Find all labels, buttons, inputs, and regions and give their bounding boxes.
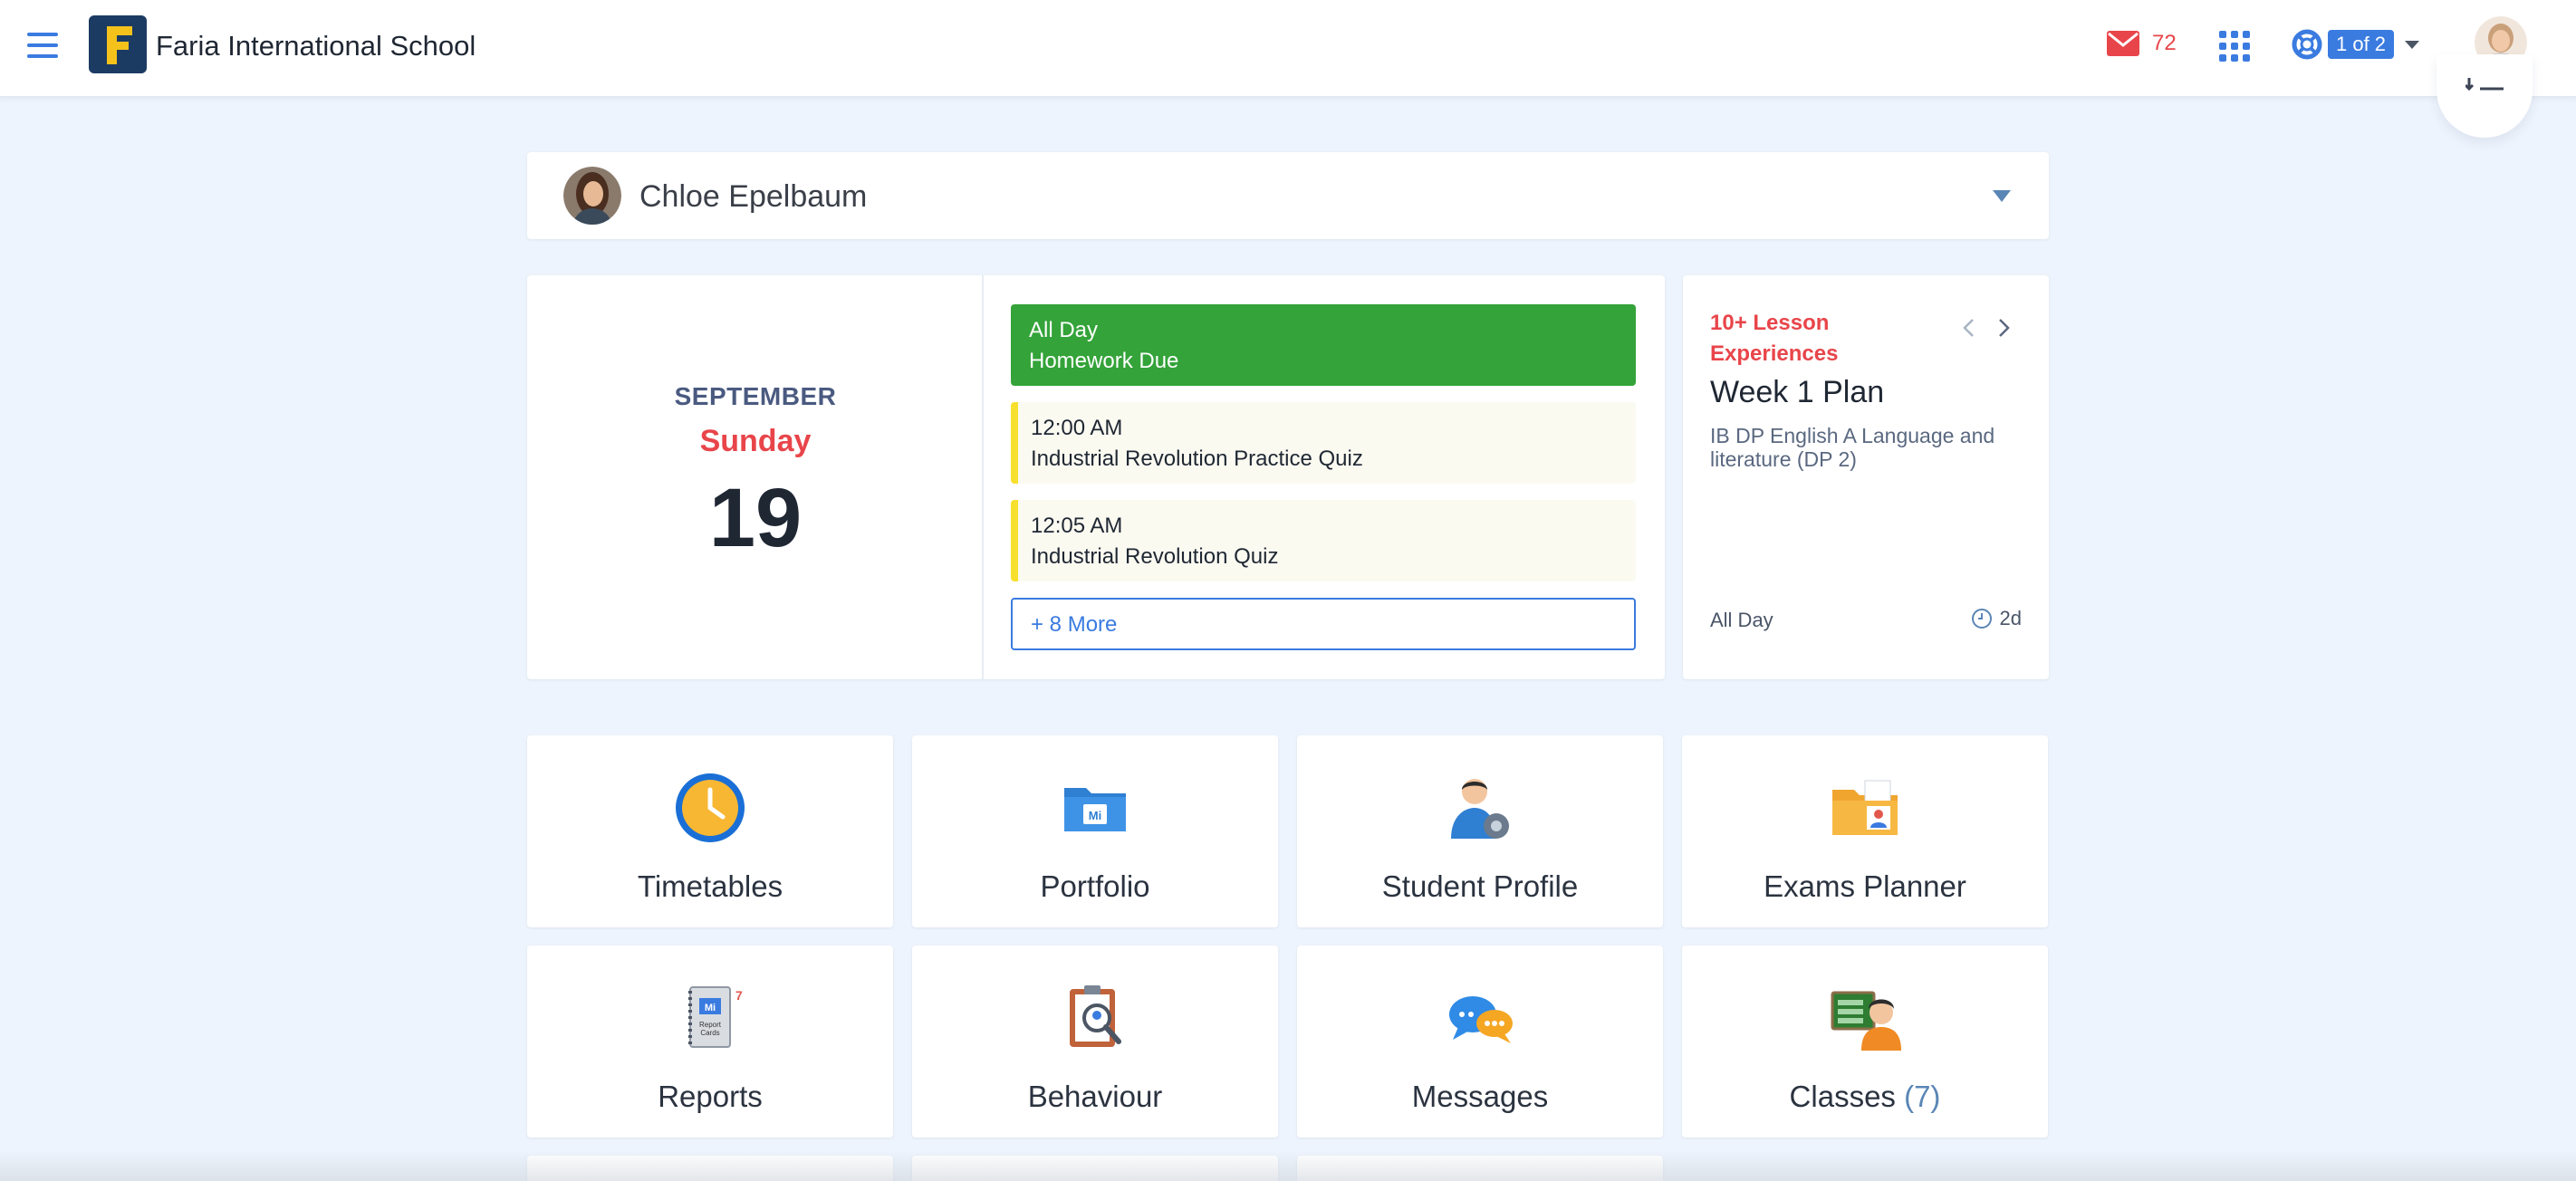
collapse-button[interactable] <box>2437 54 2533 138</box>
chevron-right-icon[interactable] <box>1994 317 2013 339</box>
svg-text:Mi: Mi <box>1089 809 1101 822</box>
tile-timetables[interactable]: Timetables <box>527 735 893 927</box>
classes-count: (7) <box>1904 1080 1941 1113</box>
window-bottom-shadow <box>0 1150 2576 1181</box>
tile-label-text: Classes <box>1789 1080 1896 1113</box>
behaviour-clipboard-icon <box>1070 985 1121 1047</box>
lesson-tag: 10+ Lesson Experiences <box>1710 311 1839 366</box>
event-time: 12:00 AM <box>1031 416 1123 440</box>
date-panel: SEPTEMBER Sunday 19 <box>527 275 984 679</box>
tile-reports[interactable]: Mi Report Cards 7 Reports <box>527 946 893 1138</box>
student-selector[interactable]: Chloe Epelbaum <box>527 152 2049 239</box>
clock-icon <box>676 773 745 842</box>
help-menu[interactable]: 1 of 2 <box>2292 29 2420 60</box>
school-logo[interactable] <box>89 15 147 73</box>
help-count-badge: 1 of 2 <box>2328 30 2395 59</box>
apps-grid-icon[interactable] <box>2219 31 2250 62</box>
exams-folder-icon <box>1832 780 1898 835</box>
tile-exams-planner[interactable]: Exams Planner <box>1682 735 2048 927</box>
lesson-duration: 2d <box>1971 607 2022 630</box>
event-title: Homework Due <box>1029 349 1179 373</box>
calendar-card: SEPTEMBER Sunday 19 All Day Homework Due… <box>527 275 1665 679</box>
list-toggle-icon <box>2465 78 2504 91</box>
tile-label: Student Profile <box>1381 869 1579 903</box>
tile-behaviour[interactable]: Behaviour <box>912 946 1278 1138</box>
lesson-duration-value: 2d <box>1999 607 2022 629</box>
lesson-title: Week 1 Plan <box>1710 375 1885 409</box>
tile-label: Classes (7) <box>1682 1080 2048 1114</box>
school-name[interactable]: Faria International School <box>156 30 476 62</box>
tile-label: Exams Planner <box>1764 869 1966 903</box>
tile-student-profile[interactable]: Student Profile <box>1297 735 1663 927</box>
menu-icon[interactable] <box>27 33 58 58</box>
event-item[interactable]: All Day Homework Due <box>1011 304 1636 386</box>
tile-classes[interactable]: Classes (7) <box>1682 946 2048 1138</box>
classes-board-icon <box>1831 991 1901 1051</box>
lesson-card[interactable]: 10+ Lesson Experiences Week 1 Plan IB DP… <box>1683 275 2049 679</box>
student-profile-icon <box>1451 779 1509 839</box>
tile-label: Timetables <box>637 869 783 903</box>
svg-text:Cards: Cards <box>700 1029 719 1037</box>
svg-text:Mi: Mi <box>705 1003 716 1013</box>
chevron-down-icon <box>2405 40 2420 49</box>
tile-messages[interactable]: Messages <box>1297 946 1663 1138</box>
tile-label: Portfolio <box>1040 869 1150 903</box>
folder-icon: Mi <box>1064 788 1126 831</box>
mail-icon <box>2107 31 2139 56</box>
date-day-number: 19 <box>708 472 803 564</box>
event-title: Industrial Revolution Quiz <box>1031 544 1279 569</box>
event-item[interactable]: 12:05 AM Industrial Revolution Quiz <box>1011 500 1636 581</box>
tile-portfolio[interactable]: Mi Portfolio <box>912 735 1278 927</box>
more-events-button[interactable]: + 8 More <box>1011 598 1636 650</box>
mail-count: 72 <box>2152 31 2177 55</box>
event-item[interactable]: 12:00 AM Industrial Revolution Practice … <box>1011 402 1636 484</box>
tile-label: Reports <box>658 1080 763 1113</box>
top-bar: Faria International School 72 1 of 2 <box>0 0 2576 98</box>
mail-button[interactable]: 72 <box>2107 31 2177 56</box>
chevron-left-icon[interactable] <box>1960 317 1978 339</box>
lifebuoy-icon <box>2292 29 2322 60</box>
chat-bubbles-icon <box>1449 996 1513 1043</box>
svg-text:Report: Report <box>699 1021 722 1029</box>
tile-label: Messages <box>1411 1080 1549 1113</box>
event-time: 12:05 AM <box>1031 514 1123 538</box>
event-list: All Day Homework Due 12:00 AM Industrial… <box>1011 304 1636 650</box>
event-title: Industrial Revolution Practice Quiz <box>1031 446 1363 471</box>
report-cards-icon: Mi Report Cards 7 <box>688 986 743 1048</box>
lesson-subtitle: IB DP English A Language and literature … <box>1710 424 1995 471</box>
event-time: All Day <box>1029 318 1099 342</box>
student-avatar <box>563 167 621 225</box>
clock-icon <box>1971 609 1992 629</box>
lesson-time: All Day <box>1710 609 1773 631</box>
chevron-down-icon <box>1993 190 2011 202</box>
date-month: SEPTEMBER <box>674 382 837 410</box>
student-name: Chloe Epelbaum <box>639 179 868 214</box>
svg-text:7: 7 <box>735 988 743 1003</box>
tile-label: Behaviour <box>1027 1080 1163 1113</box>
date-weekday: Sunday <box>699 424 812 458</box>
